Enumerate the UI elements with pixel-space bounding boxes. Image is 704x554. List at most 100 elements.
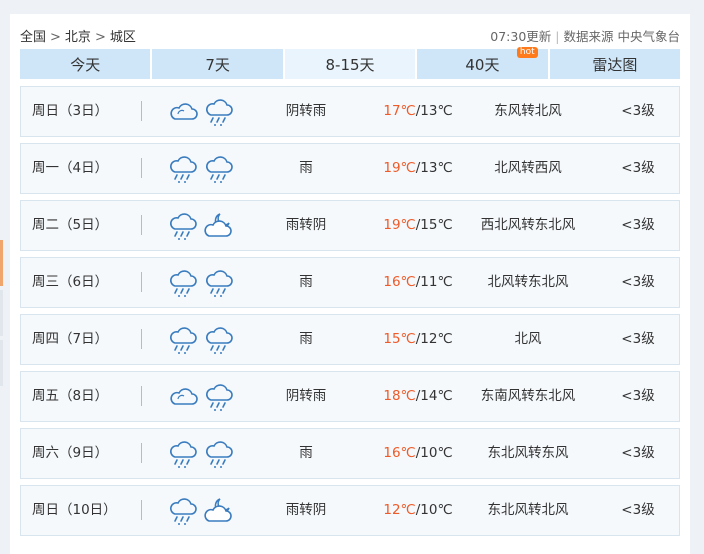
side-tab[interactable] [0, 340, 3, 386]
wind-level: <3级 [621, 103, 655, 119]
rain-icon [203, 325, 235, 374]
cloudy-icon [167, 97, 199, 146]
forecast-row: 周二（5日） 雨转阴 19℃/15℃ 西北风转东北风 <3级 [20, 200, 680, 251]
temperature: 18℃/14℃ [363, 372, 473, 421]
temp-high: 19℃ [383, 217, 416, 233]
temp-low: /15℃ [415, 217, 453, 233]
side-tab-active[interactable] [0, 240, 3, 286]
rain-icon [167, 325, 199, 374]
cloudy-night-icon [203, 211, 235, 260]
wind-level: <3级 [621, 217, 655, 233]
weather-condition: 雨 [299, 331, 313, 347]
wind-level: <3级 [621, 274, 655, 290]
wind-level: <3级 [621, 445, 655, 461]
forecast-row: 周五（8日） 阴转雨 18℃/14℃ 东南风转东北风 <3级 [20, 371, 680, 422]
temp-high: 12℃ [383, 502, 416, 518]
rain-icon [203, 382, 235, 431]
top-bar: 全国 > 北京 > 城区 07:30更新 | 数据来源 中央气象台 [20, 24, 680, 46]
wind-level: <3级 [621, 502, 655, 518]
temp-high: 16℃ [383, 445, 416, 461]
rain-icon [203, 439, 235, 488]
temperature: 15℃/12℃ [363, 315, 473, 364]
forecast-row: 周四（7日） 雨 15℃/12℃ 北风 <3级 [20, 314, 680, 365]
data-source: 数据来源 中央气象台 [563, 29, 680, 44]
forecast-day: 周日（3日） [32, 103, 109, 119]
forecast-row: 周一（4日） 雨 19℃/13℃ 北风转西风 <3级 [20, 143, 680, 194]
row-divider [141, 443, 142, 463]
row-divider [141, 215, 142, 235]
wind-direction: 北风转东北风 [487, 274, 569, 290]
temp-high: 19℃ [383, 160, 416, 176]
weather-condition: 雨 [299, 160, 313, 176]
temperature: 12℃/10℃ [363, 486, 473, 535]
wind-direction: 东北风转北风 [487, 502, 569, 518]
weather-condition: 雨 [299, 445, 313, 461]
wind-direction: 北风 [514, 331, 542, 347]
temp-low: /14℃ [415, 388, 453, 404]
update-time: 07:30更新 [490, 29, 552, 44]
rain-icon [203, 268, 235, 317]
forecast-day: 周六（9日） [32, 445, 109, 461]
temperature: 19℃/13℃ [363, 144, 473, 193]
side-tab[interactable] [0, 290, 3, 336]
breadcrumb-root[interactable]: 全国 [20, 30, 46, 45]
wind-direction: 西北风转东北风 [480, 217, 576, 233]
tab-today[interactable]: 今天 [20, 49, 151, 79]
forecast-day: 周三（6日） [32, 274, 109, 290]
row-divider [141, 158, 142, 178]
weather-condition: 阴转雨 [285, 103, 327, 119]
wind-direction: 东南风转东北风 [480, 388, 576, 404]
tab-40-days[interactable]: 40天 hot [417, 47, 548, 79]
rain-icon [203, 97, 235, 146]
rain-icon [167, 439, 199, 488]
temperature: 17℃/13℃ [363, 87, 473, 136]
rain-icon [167, 268, 199, 317]
row-divider [141, 272, 142, 292]
weather-condition: 雨转阴 [285, 502, 327, 518]
forecast-tabs: 今天 7天 8-15天 40天 hot 雷达图 [20, 47, 681, 79]
wind-level: <3级 [621, 388, 655, 404]
forecast-row: 周日（3日） 阴转雨 17℃/13℃ 东风转北风 <3级 [20, 86, 680, 137]
forecast-list: 周日（3日） 阴转雨 17℃/13℃ 东风转北风 <3级 周一（4日）雨 19℃/13℃ 北风… [20, 86, 680, 542]
tab-8-15-days[interactable]: 8-15天 [284, 49, 416, 79]
forecast-day: 周一（4日） [32, 160, 109, 176]
wind-direction: 东北风转东风 [487, 445, 569, 461]
tab-label: 今天 [70, 55, 101, 74]
forecast-day: 周四（7日） [32, 331, 109, 347]
tab-label: 8-15天 [325, 55, 375, 74]
wind-direction: 东风转北风 [494, 103, 562, 119]
temp-low: /13℃ [415, 103, 453, 119]
hot-badge: hot [516, 47, 538, 58]
tab-7-days[interactable]: 7天 [152, 49, 283, 79]
forecast-row: 周三（6日） 雨 16℃/11℃ 北风转东北风 <3级 [20, 257, 680, 308]
temp-high: 15℃ [383, 331, 416, 347]
temp-high: 16℃ [383, 274, 416, 290]
tab-label: 40天 [465, 55, 500, 74]
temp-low: /13℃ [415, 160, 453, 176]
wind-level: <3级 [621, 160, 655, 176]
meta-divider: | [555, 29, 560, 44]
temp-low: /10℃ [415, 445, 453, 461]
breadcrumb-province[interactable]: 北京 [65, 30, 91, 45]
weather-condition: 阴转雨 [285, 388, 327, 404]
temperature: 16℃/11℃ [363, 258, 473, 307]
rain-icon [167, 211, 199, 260]
temp-low: /11℃ [415, 274, 453, 290]
forecast-day: 周五（8日） [32, 388, 109, 404]
row-divider [141, 101, 142, 121]
weather-panel: 全国 > 北京 > 城区 07:30更新 | 数据来源 中央气象台 今天 7天 8-15天 … [10, 14, 690, 554]
temp-high: 17℃ [383, 103, 416, 119]
row-divider [141, 329, 142, 349]
wind-direction: 北风转西风 [494, 160, 562, 176]
breadcrumb-district: 城区 [109, 30, 136, 45]
cloudy-night-icon [203, 496, 235, 545]
temp-low: /10℃ [415, 502, 453, 518]
weather-condition: 雨转阴 [285, 217, 327, 233]
tab-label: 7天 [205, 55, 230, 74]
tab-label: 雷达图 [592, 55, 638, 74]
forecast-row: 周日（10日） 雨转阴 12℃/10℃ 东北风转北风 <3级 [20, 485, 680, 536]
row-divider [141, 500, 142, 520]
temp-high: 18℃ [383, 388, 416, 404]
tab-radar[interactable]: 雷达图 [549, 49, 681, 79]
temperature: 16℃/10℃ [363, 429, 473, 478]
